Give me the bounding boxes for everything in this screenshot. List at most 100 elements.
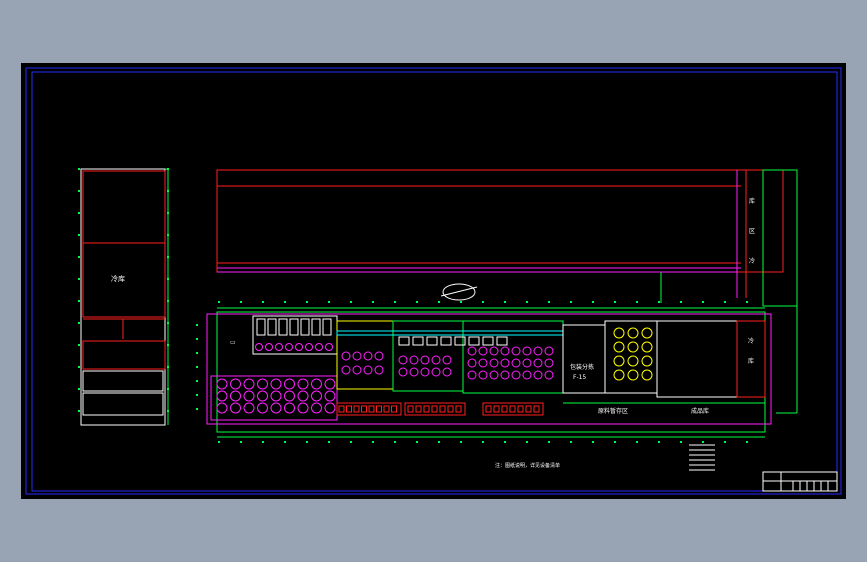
grid-marker — [328, 301, 330, 303]
grid-marker — [460, 441, 462, 443]
left-panel — [80, 168, 166, 426]
tank-circle — [270, 390, 282, 402]
tank-circle — [243, 402, 255, 414]
process-tank — [533, 370, 543, 380]
process-tank — [544, 346, 554, 356]
tank-circle — [243, 390, 255, 402]
grid-marker — [724, 441, 726, 443]
tank-cluster-circle — [641, 355, 653, 367]
line-cell — [439, 405, 446, 413]
tank-cluster-circle — [627, 355, 639, 367]
process-tank — [511, 358, 521, 368]
tank-circle — [270, 378, 282, 390]
grid-marker — [416, 301, 418, 303]
drawing-note: 注：图纸说明，详见设备清单 — [495, 462, 560, 469]
upper-building — [216, 169, 784, 273]
frame-inner — [31, 71, 838, 492]
grid-marker — [167, 212, 169, 214]
grid-marker — [394, 441, 396, 443]
grid-marker — [167, 278, 169, 280]
process-tank — [478, 370, 488, 380]
line-cell — [383, 405, 390, 413]
grid-marker — [724, 301, 726, 303]
grid-marker — [78, 212, 80, 214]
upper-side-label: 库 — [749, 197, 755, 205]
grid-marker — [460, 301, 462, 303]
line-cell — [353, 405, 360, 413]
line-cell — [485, 405, 492, 413]
tank-circle — [270, 402, 282, 414]
tank-cluster-circle — [627, 327, 639, 339]
line-cell — [361, 405, 367, 413]
line-cell — [533, 405, 540, 413]
grid-marker — [167, 322, 169, 324]
grid-marker — [218, 301, 220, 303]
grid-marker — [658, 301, 660, 303]
process-tank — [431, 367, 441, 377]
equipment-unit — [267, 318, 277, 336]
process-tank — [467, 370, 477, 380]
grid-marker — [504, 301, 506, 303]
tank-area — [210, 375, 338, 421]
line-cell — [423, 405, 430, 413]
grid-marker — [167, 388, 169, 390]
grid-marker — [240, 441, 242, 443]
tank-circle — [243, 378, 255, 390]
grid-marker — [284, 301, 286, 303]
process-tank — [420, 367, 430, 377]
process-tank — [374, 351, 384, 361]
line-cell — [346, 405, 352, 413]
grid-marker — [196, 366, 198, 368]
tank-circle — [311, 390, 322, 402]
grid-marker — [78, 256, 80, 258]
process-tank — [431, 355, 441, 365]
process-tank — [544, 358, 554, 368]
grid-marker — [526, 441, 528, 443]
grid-marker — [78, 344, 80, 346]
conveyor-line — [336, 330, 564, 336]
tank-cluster-circle — [627, 369, 639, 381]
process-tank — [374, 365, 384, 375]
process-room — [462, 320, 564, 394]
process-tank — [442, 367, 452, 377]
grid-marker — [570, 441, 572, 443]
grid-marker — [78, 366, 80, 368]
process-unit — [398, 336, 410, 346]
grid-marker — [548, 441, 550, 443]
process-tank — [522, 358, 532, 368]
equipment-label: ▭ — [230, 339, 236, 346]
side-room-label: 冷 — [748, 337, 754, 345]
line-cell — [338, 405, 345, 413]
tank-cluster-circle — [641, 341, 653, 353]
process-tank — [398, 355, 408, 365]
tank-circle — [257, 378, 268, 390]
grid-marker — [196, 338, 198, 340]
grid-marker — [196, 408, 198, 410]
grid-marker — [167, 190, 169, 192]
process-unit — [496, 336, 508, 346]
grid-marker — [680, 301, 682, 303]
tank-circle — [297, 378, 309, 390]
process-tank — [409, 355, 419, 365]
cad-drawing: 冷库库区冷▭包装分拣F-15冷库原料暂存区 成品库注：图纸说明，详见设备清单 — [25, 67, 842, 495]
tank-circle — [216, 390, 228, 402]
equipment-unit — [300, 318, 310, 336]
process-tank — [489, 358, 499, 368]
tank-cluster-circle — [613, 341, 625, 353]
cad-model-space[interactable]: 冷库库区冷 ▭ 包装分拣 F-15 冷库原料暂存区 成品库 注：图纸说明，详见设备清单 — [21, 63, 846, 499]
grid-marker — [548, 301, 550, 303]
grid-marker — [167, 234, 169, 236]
tank-circle — [257, 390, 268, 402]
tank-circle — [284, 390, 295, 402]
grid-marker — [78, 388, 80, 390]
process-unit — [482, 336, 494, 346]
grid-marker — [438, 441, 440, 443]
tank-cluster-circle — [613, 355, 625, 367]
grid-marker — [614, 301, 616, 303]
tank-cluster-circle — [641, 327, 653, 339]
grid-marker — [680, 441, 682, 443]
grid-marker — [350, 441, 352, 443]
grid-marker — [240, 301, 242, 303]
equipment-circle — [315, 343, 323, 351]
grid-marker — [78, 322, 80, 324]
